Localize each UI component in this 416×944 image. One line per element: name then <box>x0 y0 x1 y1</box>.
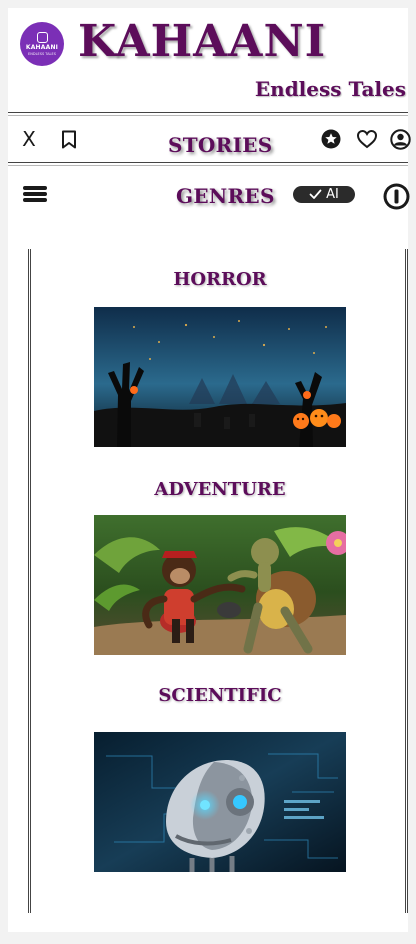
genre-card-scientific[interactable]: SCIENTIFIC <box>94 685 346 872</box>
genre-card-horror[interactable]: HORROR <box>94 269 346 447</box>
info-icon[interactable] <box>382 182 410 210</box>
heart-icon[interactable] <box>355 127 379 151</box>
user-icon[interactable] <box>389 127 411 151</box>
genres-toolbar: GENRES AI <box>8 168 410 212</box>
genre-title-adventure: ADVENTURE <box>154 479 286 500</box>
logo-text: KAHAANI <box>25 44 59 51</box>
menu-icon[interactable] <box>20 184 50 204</box>
ai-toggle[interactable]: AI <box>293 186 355 203</box>
logo[interactable]: KAHAANI ENDLESS TALES <box>20 22 64 66</box>
adventure-image[interactable] <box>94 515 346 655</box>
genres-title: GENRES <box>176 184 275 208</box>
genre-card-adventure[interactable]: ADVENTURE <box>94 479 346 655</box>
divider <box>8 112 408 113</box>
divider <box>8 165 408 166</box>
divider <box>8 162 408 163</box>
check-icon <box>309 189 322 199</box>
ai-toggle-label: AI <box>326 187 339 202</box>
logo-book-icon <box>36 32 48 43</box>
genre-list: HORROR ADVENTURE SCIENTIFIC <box>28 249 408 913</box>
app-title: KAHAANI <box>78 16 327 67</box>
stories-title: STORIES <box>168 133 273 157</box>
tagline: Endless Tales <box>254 77 406 101</box>
star-icon[interactable] <box>320 127 342 151</box>
genre-title-horror: HORROR <box>173 269 267 290</box>
scientific-image[interactable] <box>94 732 346 872</box>
genre-title-scientific: SCIENTIFIC <box>158 685 282 706</box>
divider <box>8 115 408 116</box>
horror-image[interactable] <box>94 307 346 447</box>
logo-subtext: ENDLESS TALES <box>28 52 56 56</box>
app-container: KAHAANI ENDLESS TALES KAHAANI Endless Ta… <box>8 8 411 932</box>
stories-toolbar: X STORIES <box>8 119 411 159</box>
bookmark-icon[interactable] <box>58 127 80 151</box>
close-icon[interactable]: X <box>18 127 40 151</box>
